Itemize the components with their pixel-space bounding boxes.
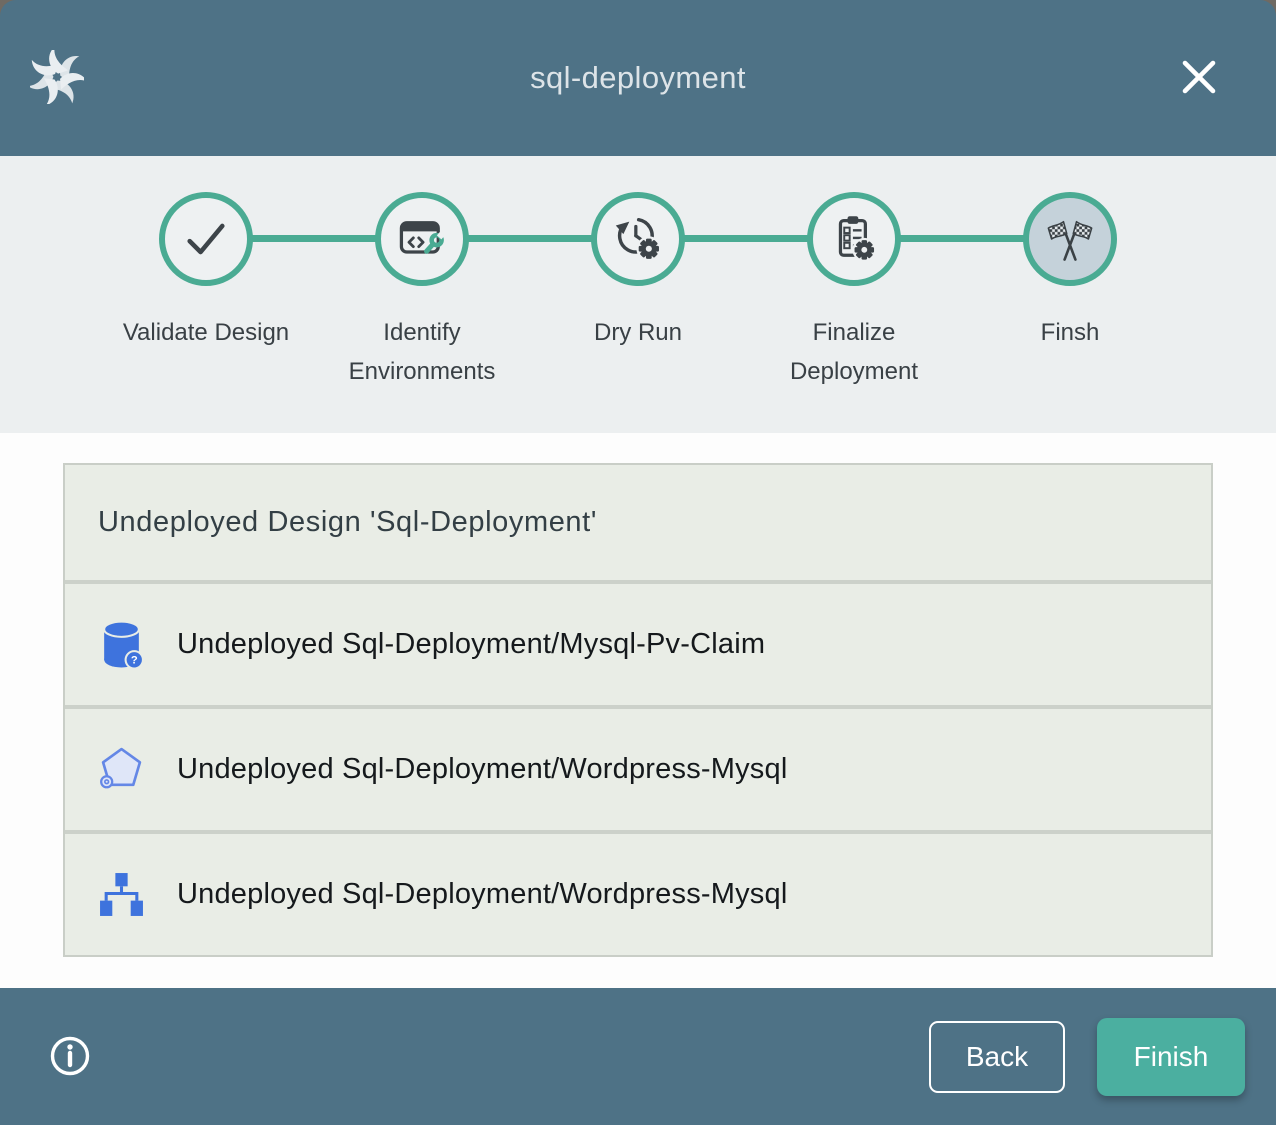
- step-circle: [159, 192, 253, 286]
- info-button[interactable]: [48, 1034, 92, 1078]
- status-text: Undeployed Sql-Deployment/Wordpress-Mysq…: [177, 753, 787, 786]
- step-finish[interactable]: Finsh: [962, 192, 1178, 392]
- dialog-footer: Back Finish: [0, 988, 1276, 1125]
- status-text: Undeployed Design 'Sql-Deployment': [98, 506, 597, 539]
- deployment-wizard-dialog: sql-deployment: [0, 0, 1276, 1125]
- swirl-logo-icon: [30, 50, 84, 104]
- step-label: Finsh: [985, 314, 1155, 353]
- wizard-stepper: Validate Design: [0, 156, 1276, 433]
- dialog-header: sql-deployment: [0, 0, 1276, 156]
- deployment-status-list: Undeployed Design 'Sql-Deployment' ? Und…: [63, 463, 1213, 957]
- list-item: Undeployed Design 'Sql-Deployment': [65, 465, 1211, 580]
- code-window-wrench-icon: [396, 213, 448, 265]
- step-circle: [807, 192, 901, 286]
- close-icon: [1179, 57, 1219, 97]
- pod-icon: [98, 744, 145, 796]
- step-dry-run[interactable]: Dry Run: [530, 192, 746, 392]
- finish-button[interactable]: Finish: [1097, 1018, 1245, 1096]
- check-icon: [181, 214, 231, 264]
- step-identify-environments[interactable]: Identify Environments: [314, 192, 530, 392]
- close-button[interactable]: [1178, 56, 1220, 98]
- checkered-flags-icon: [1044, 213, 1096, 265]
- back-button[interactable]: Back: [929, 1021, 1065, 1093]
- dialog-title: sql-deployment: [530, 60, 746, 96]
- step-label: Dry Run: [553, 314, 723, 353]
- step-label: Finalize Deployment: [769, 314, 939, 392]
- list-item: Undeployed Sql-Deployment/Wordpress-Mysq…: [65, 834, 1211, 955]
- step-validate-design[interactable]: Validate Design: [98, 192, 314, 392]
- database-icon: ?: [98, 619, 145, 671]
- wizard-content: Undeployed Design 'Sql-Deployment' ? Und…: [0, 433, 1276, 988]
- history-gear-icon: [612, 213, 664, 265]
- step-circle: [375, 192, 469, 286]
- list-item: ? Undeployed Sql-Deployment/Mysql-Pv-Cla…: [65, 584, 1211, 705]
- step-circle: [1023, 192, 1117, 286]
- info-icon: [48, 1034, 92, 1078]
- step-label: Identify Environments: [337, 314, 507, 392]
- topology-icon: [98, 869, 145, 921]
- list-item: Undeployed Sql-Deployment/Wordpress-Mysq…: [65, 709, 1211, 830]
- step-circle: [591, 192, 685, 286]
- step-finalize-deployment[interactable]: Finalize Deployment: [746, 192, 962, 392]
- status-text: Undeployed Sql-Deployment/Mysql-Pv-Claim: [177, 628, 765, 661]
- clipboard-gear-icon: [828, 213, 880, 265]
- step-label: Validate Design: [121, 314, 291, 353]
- svg-text:?: ?: [131, 655, 138, 667]
- status-text: Undeployed Sql-Deployment/Wordpress-Mysq…: [177, 878, 787, 911]
